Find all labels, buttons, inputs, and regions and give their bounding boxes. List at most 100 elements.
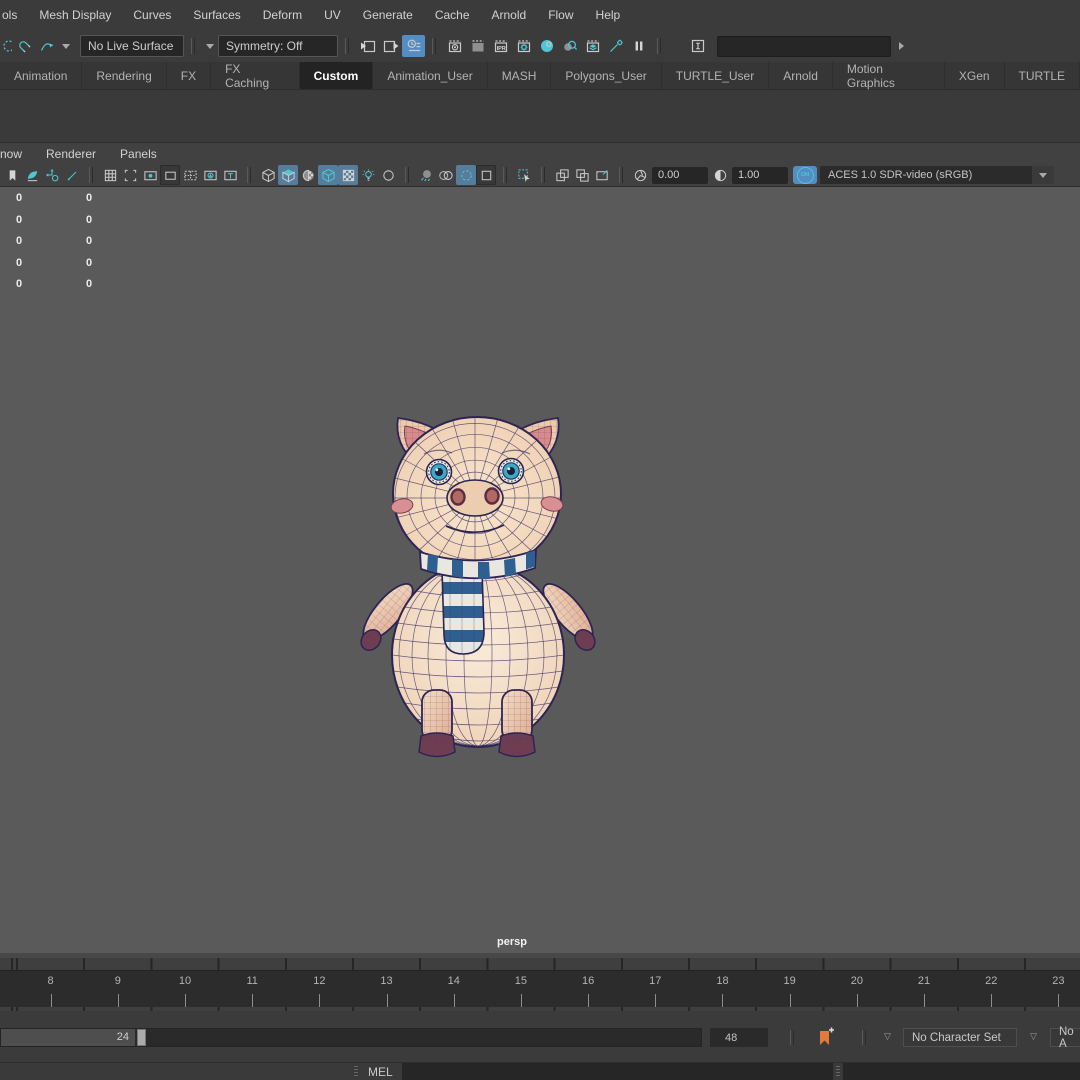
- frame-cell[interactable]: 14: [420, 971, 487, 1007]
- frame-cell[interactable]: 21: [890, 971, 957, 1007]
- render-current-frame-icon[interactable]: [466, 35, 489, 57]
- frame-cell[interactable]: 23: [1025, 971, 1080, 1007]
- render-settings-icon[interactable]: [512, 35, 535, 57]
- time-slider[interactable]: 8 9 10 11 12 13 14 15 16 17 18 19 20 21 …: [0, 953, 1080, 1011]
- shelf-tab-turtle[interactable]: TURTLE: [1005, 62, 1080, 89]
- shadows-toggle-icon[interactable]: [378, 165, 398, 185]
- ipr-render-icon[interactable]: IPR: [489, 35, 512, 57]
- view-transform-caret-icon[interactable]: [1032, 166, 1054, 184]
- frame-cell[interactable]: 15: [487, 971, 554, 1007]
- snap-magnet-icon[interactable]: [12, 35, 35, 57]
- exposure-icon[interactable]: [630, 165, 650, 185]
- shading-smooth-icon[interactable]: [278, 165, 298, 185]
- shelf-tab-animation-user[interactable]: Animation_User: [373, 62, 488, 89]
- character-set-dropdown[interactable]: No Character Set: [903, 1028, 1017, 1047]
- shelf-tab-arnold[interactable]: Arnold: [769, 62, 833, 89]
- lights-toggle-icon[interactable]: [358, 165, 378, 185]
- menu-cache[interactable]: Cache: [424, 8, 481, 22]
- anim-layer-dropdown[interactable]: No A: [1050, 1026, 1080, 1050]
- frame-cell[interactable]: 9: [84, 971, 151, 1007]
- frame-cell[interactable]: 13: [353, 971, 420, 1007]
- hypershade-icon[interactable]: [535, 35, 558, 57]
- render-view-icon[interactable]: [443, 35, 466, 57]
- camera-attributes-icon[interactable]: [22, 165, 42, 185]
- snap-options-caret-icon[interactable]: [62, 43, 70, 49]
- frame-cell[interactable]: 10: [151, 971, 218, 1007]
- shelf-tab-xgen[interactable]: XGen: [945, 62, 1005, 89]
- render-in-view-icon[interactable]: [558, 35, 581, 57]
- field-chart-icon[interactable]: [180, 165, 200, 185]
- motion-blur-icon[interactable]: [436, 165, 456, 185]
- frame-cell[interactable]: 17: [622, 971, 689, 1007]
- shelf-tab-turtle-user[interactable]: TURTLE_User: [662, 62, 770, 89]
- shading-wireframe-icon[interactable]: [258, 165, 278, 185]
- input-connections-icon[interactable]: [356, 35, 379, 57]
- expand-right-caret-icon[interactable]: [899, 42, 904, 50]
- xray-icon[interactable]: [552, 165, 572, 185]
- character-set-caret-icon[interactable]: ▽: [884, 1031, 891, 1042]
- gate-mask-icon[interactable]: [160, 165, 180, 185]
- light-editor-icon[interactable]: [581, 35, 604, 57]
- grid-toggle-icon[interactable]: [100, 165, 120, 185]
- frame-cell[interactable]: 8: [17, 971, 84, 1007]
- menu-tools[interactable]: ols: [0, 8, 28, 22]
- grease-pencil-tool-icon[interactable]: [62, 165, 82, 185]
- isolate-select-icon[interactable]: [514, 165, 534, 185]
- frame-cell[interactable]: 19: [756, 971, 823, 1007]
- symmetry-field[interactable]: Symmetry: Off: [218, 35, 338, 57]
- command-line-grip[interactable]: [354, 1066, 358, 1078]
- output-connections-icon[interactable]: [379, 35, 402, 57]
- panel-menu-renderer[interactable]: Renderer: [34, 147, 108, 161]
- range-slider-handle[interactable]: [137, 1029, 146, 1046]
- menu-curves[interactable]: Curves: [122, 8, 182, 22]
- command-input-field[interactable]: [402, 1063, 833, 1080]
- shelf-tab-animation[interactable]: Animation: [0, 62, 83, 89]
- menu-mesh-display[interactable]: Mesh Display: [28, 8, 122, 22]
- panel-menu-show[interactable]: now: [0, 147, 34, 161]
- textured-mode-icon[interactable]: [298, 165, 318, 185]
- construction-history-icon[interactable]: [402, 35, 425, 57]
- shelf-tab-polygons-user[interactable]: Polygons_User: [551, 62, 662, 89]
- move-pivot-icon[interactable]: [42, 165, 62, 185]
- command-language-label[interactable]: MEL: [368, 1065, 393, 1079]
- bookmark-add-icon[interactable]: [816, 1027, 836, 1050]
- live-surface-field[interactable]: No Live Surface: [80, 35, 184, 57]
- viewport-persp[interactable]: 00000 00000 persp: [0, 187, 1080, 953]
- shelf-tab-motion-graphics[interactable]: Motion Graphics: [833, 62, 945, 90]
- snap-partial-icon[interactable]: [0, 35, 12, 57]
- view-bookmark-icon[interactable]: [2, 165, 22, 185]
- menu-uv[interactable]: UV: [313, 8, 352, 22]
- menu-deform[interactable]: Deform: [252, 8, 313, 22]
- xray-active-components-icon[interactable]: [592, 165, 612, 185]
- menu-help[interactable]: Help: [585, 8, 632, 22]
- view-transform-dropdown[interactable]: ACES 1.0 SDR-video (sRGB): [820, 166, 1032, 184]
- menu-flow[interactable]: Flow: [537, 8, 584, 22]
- shelf-tab-custom[interactable]: Custom: [299, 62, 374, 89]
- shelf-tab-fx[interactable]: FX: [167, 62, 212, 89]
- pig-model[interactable]: [358, 402, 598, 764]
- shelf-tab-fx-caching[interactable]: FX Caching: [211, 62, 300, 90]
- screen-space-ao-icon[interactable]: [416, 165, 436, 185]
- frame-cell[interactable]: 20: [823, 971, 890, 1007]
- menu-surfaces[interactable]: Surfaces: [182, 8, 251, 22]
- depth-of-field-icon[interactable]: [476, 165, 496, 185]
- anim-layer-caret-icon[interactable]: ▽: [1030, 1031, 1037, 1042]
- wireframe-on-shaded-icon[interactable]: [318, 165, 338, 185]
- resolution-gate-icon[interactable]: [140, 165, 160, 185]
- frame-cell[interactable]: 11: [219, 971, 286, 1007]
- menu-arnold[interactable]: Arnold: [481, 8, 538, 22]
- exposure-field[interactable]: 0.00: [652, 166, 708, 184]
- symmetry-caret-icon[interactable]: [206, 43, 214, 49]
- pause-playback-icon[interactable]: [627, 35, 650, 57]
- xray-joints-icon[interactable]: [572, 165, 592, 185]
- timeline-frames[interactable]: 8 9 10 11 12 13 14 15 16 17 18 19 20 21 …: [0, 971, 1080, 1007]
- menu-generate[interactable]: Generate: [352, 8, 424, 22]
- gamma-icon[interactable]: [710, 165, 730, 185]
- shelf-tab-mash[interactable]: MASH: [488, 62, 552, 89]
- safe-action-icon[interactable]: [200, 165, 220, 185]
- panel-menu-panels[interactable]: Panels: [108, 147, 169, 161]
- range-slider-bar[interactable]: 24: [1, 1029, 135, 1046]
- paint-effects-icon[interactable]: [604, 35, 627, 57]
- frame-cell[interactable]: 18: [689, 971, 756, 1007]
- snap-curve-icon[interactable]: [35, 35, 58, 57]
